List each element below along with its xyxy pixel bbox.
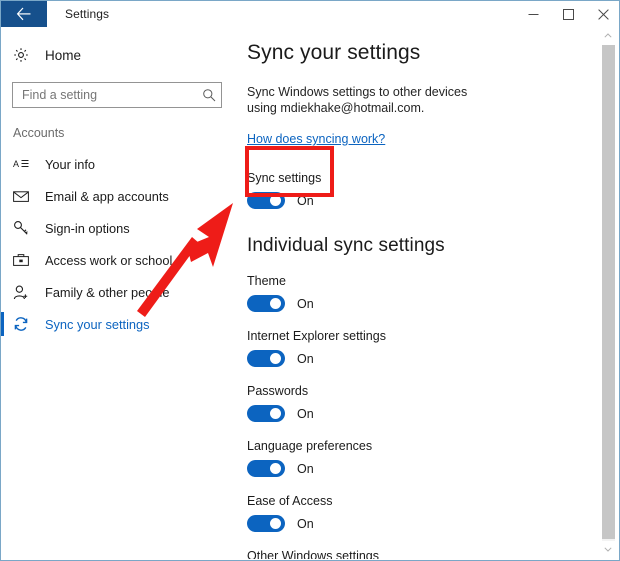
back-arrow-icon <box>16 7 32 21</box>
toggle-knob <box>270 195 281 206</box>
sync-settings-toggle-row: On <box>247 192 598 209</box>
setting-state: On <box>297 351 314 366</box>
setting-toggle-row: On <box>247 350 598 367</box>
internet-explorer-settings-toggle[interactable] <box>247 350 285 367</box>
setting-state: On <box>297 516 314 531</box>
sidebar-item-your-info[interactable]: A Your info <box>1 148 239 180</box>
passwords-toggle[interactable] <box>247 405 285 422</box>
sidebar-item-label: Email & app accounts <box>45 188 169 204</box>
page-description: Sync Windows settings to other devices u… <box>247 85 468 115</box>
individual-sync-settings-title: Individual sync settings <box>247 235 445 256</box>
toggle-knob <box>270 518 281 529</box>
setting-label: Other Windows settings <box>247 549 379 559</box>
ease-of-access-toggle[interactable] <box>247 515 285 532</box>
sidebar-section-heading: Accounts <box>13 126 65 140</box>
search-input[interactable] <box>13 83 197 107</box>
setting-toggle-row: On <box>247 460 598 477</box>
key-icon <box>13 220 39 236</box>
setting-toggle-row: On <box>247 515 598 532</box>
setting-other-windows-settings: Other Windows settings On <box>247 549 598 559</box>
maximize-icon <box>563 8 574 20</box>
briefcase-icon <box>13 253 39 267</box>
your-info-icon: A <box>13 157 39 171</box>
svg-text:A: A <box>13 159 19 169</box>
close-button[interactable] <box>586 1 619 27</box>
sidebar-item-sync-your-settings[interactable]: Sync your settings <box>1 308 239 340</box>
setting-toggle-row: On <box>247 295 598 312</box>
sidebar-item-email-app-accounts[interactable]: Email & app accounts <box>1 180 239 212</box>
setting-passwords: Passwords On <box>247 384 598 422</box>
close-icon <box>598 8 609 20</box>
minimize-button[interactable] <box>516 1 551 27</box>
sync-icon <box>13 316 39 332</box>
chevron-down-icon <box>604 546 612 554</box>
envelope-icon <box>13 190 39 203</box>
sidebar-item-label: Access work or school <box>45 252 173 268</box>
how-does-syncing-work-link[interactable]: How does syncing work? <box>247 132 385 146</box>
maximize-button[interactable] <box>551 1 586 27</box>
toggle-knob <box>270 353 281 364</box>
page-title: Sync your settings <box>247 41 421 64</box>
window-controls <box>516 1 619 27</box>
sidebar-item-label: Your info <box>45 156 96 172</box>
titlebar: Settings <box>1 1 619 27</box>
sidebar: Home Accounts A Your info <box>1 27 239 559</box>
sidebar-item-home[interactable]: Home <box>1 40 239 70</box>
window-title: Settings <box>65 7 110 21</box>
sync-settings-label: Sync settings <box>247 171 322 185</box>
setting-label: Language preferences <box>247 439 373 453</box>
search-icon[interactable] <box>197 88 221 102</box>
gear-icon <box>13 47 39 63</box>
setting-label: Internet Explorer settings <box>247 329 386 343</box>
toggle-knob <box>270 463 281 474</box>
home-label: Home <box>45 47 82 63</box>
chevron-up-icon <box>604 32 612 40</box>
toggle-knob <box>270 408 281 419</box>
setting-state: On <box>297 406 314 421</box>
sync-settings-state: On <box>297 193 314 208</box>
setting-language-preferences: Language preferences On <box>247 439 598 477</box>
sidebar-item-label: Sign-in options <box>45 220 130 236</box>
minimize-icon <box>528 9 539 20</box>
sidebar-item-label: Sync your settings <box>45 316 150 332</box>
back-button[interactable] <box>1 1 47 27</box>
main-content: Sync your settings Sync Windows settings… <box>239 27 598 559</box>
setting-state: On <box>297 461 314 476</box>
theme-toggle[interactable] <box>247 295 285 312</box>
sidebar-nav-list: A Your info Email & app accounts Sign-in… <box>1 148 239 340</box>
sidebar-item-label: Family & other people <box>45 284 170 300</box>
setting-label: Theme <box>247 274 286 288</box>
setting-theme: Theme On <box>247 274 598 312</box>
scroll-up-button[interactable] <box>598 27 618 45</box>
toggle-knob <box>270 298 281 309</box>
vertical-scrollbar[interactable] <box>597 27 618 559</box>
setting-label: Ease of Access <box>247 494 333 508</box>
setting-toggle-row: On <box>247 405 598 422</box>
language-preferences-toggle[interactable] <box>247 460 285 477</box>
person-icon <box>13 285 39 300</box>
sidebar-item-access-work-or-school[interactable]: Access work or school <box>1 244 239 276</box>
search-box[interactable] <box>12 82 222 108</box>
sidebar-item-family-other-people[interactable]: Family & other people <box>1 276 239 308</box>
setting-label: Passwords <box>247 384 309 398</box>
scrollbar-thumb[interactable] <box>602 45 615 539</box>
sidebar-item-sign-in-options[interactable]: Sign-in options <box>1 212 239 244</box>
setting-state: On <box>297 296 314 311</box>
settings-window: Settings Home Find a setting Accounts A … <box>0 0 620 561</box>
setting-internet-explorer-settings: Internet Explorer settings On <box>247 329 598 367</box>
scroll-down-button[interactable] <box>598 541 618 559</box>
setting-ease-of-access: Ease of Access On <box>247 494 598 532</box>
sync-settings-toggle[interactable] <box>247 192 285 209</box>
